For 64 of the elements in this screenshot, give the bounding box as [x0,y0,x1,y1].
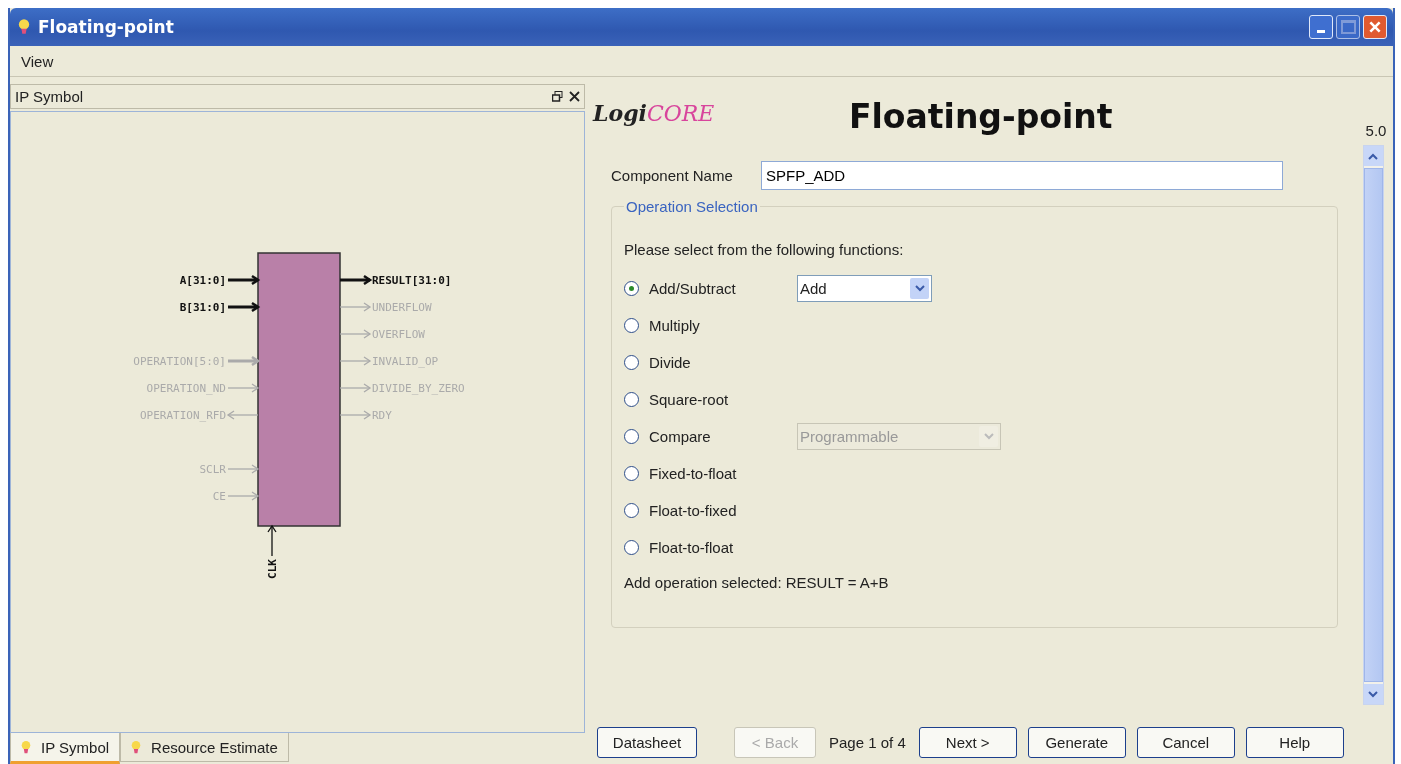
caret-icon[interactable] [914,285,925,292]
radio-button[interactable] [624,281,639,296]
page-indicator: Page 1 of 4 [829,733,906,751]
scrollbar[interactable] [1362,145,1384,705]
pin-label: UNDERFLOW [372,301,432,314]
close-button[interactable] [1363,15,1387,39]
page-title: Floating-point [849,96,1113,136]
radio-option[interactable]: Add/Subtract [624,280,797,297]
minimize-button[interactable] [1309,15,1333,39]
pin-label: SCLR [199,463,226,476]
pin-label: OPERATION[5:0] [133,355,226,368]
window-title: Floating-point [38,17,175,37]
restore-icon[interactable] [552,91,563,102]
lightbulb-icon [18,18,30,36]
wizard-button[interactable]: Help [1245,726,1344,758]
pin-label: A[31:0] [179,274,226,287]
panel-tab[interactable]: Resource Estimate [120,733,289,762]
wizard-button[interactable]: Generate [1027,726,1126,758]
pin-label: CE [212,490,226,503]
scroll-thumb[interactable] [1363,168,1383,682]
field-label: Component Name [611,167,734,184]
scroll-up-button[interactable] [1363,146,1383,166]
menu-item[interactable]: View [18,52,57,70]
panel-title: IP Symbol [15,88,84,105]
dropdown-arrow-button[interactable] [910,278,929,299]
lightbulb-icon [131,739,142,755]
close-icon[interactable] [569,91,580,102]
radio-button[interactable] [624,392,639,407]
radio-option[interactable]: Float-to-float [624,539,797,556]
panel-tab[interactable]: IP Symbol [10,733,121,764]
radio-option[interactable]: Square-root [624,391,797,408]
radio-button[interactable] [624,540,639,555]
radio-option[interactable]: Divide [624,354,797,371]
radio-option[interactable]: Float-to-fixed [624,502,797,519]
pin-label: RESULT[31:0] [372,274,452,287]
logo-text: LogiCORE [593,100,716,126]
scroll-down-button[interactable] [1363,684,1383,704]
radio-button[interactable] [624,355,639,370]
radio-button[interactable] [624,318,639,333]
pin-label: OVERFLOW [372,328,425,341]
pin-label: B[31:0] [179,301,226,314]
version-text: 5.0 [1365,122,1387,139]
radio-option[interactable]: Fixed-to-float [624,465,797,482]
radio-button[interactable] [624,466,639,481]
pin-label: DIVIDE_BY_ZERO [372,382,465,395]
instruction-text: Please select from the following functions: [624,241,905,258]
radio-button[interactable] [624,503,639,518]
wizard-button[interactable]: Cancel [1136,726,1235,758]
dropdown[interactable]: Add [797,275,932,302]
group-title: Operation Selection [625,198,759,215]
pin-label: INVALID_OP [372,355,439,368]
lightbulb-icon [21,739,31,755]
pin-label: OPERATION_ND [146,382,226,395]
component-name-field[interactable]: SPFP_ADD [761,161,1283,190]
pin-label: CLK [266,559,279,579]
pin-label: RDY [372,409,392,422]
radio-button[interactable] [624,429,639,444]
summary-text: Add operation selected: RESULT = A+B [624,574,890,591]
radio-option[interactable]: Multiply [624,317,797,334]
maximize-button[interactable] [1336,15,1360,39]
wizard-button[interactable]: Datasheet [597,726,697,758]
pin-label: OPERATION_RFD [139,409,226,422]
radio-option[interactable]: Compare [624,428,797,445]
wizard-button[interactable]: Next > [918,726,1017,758]
